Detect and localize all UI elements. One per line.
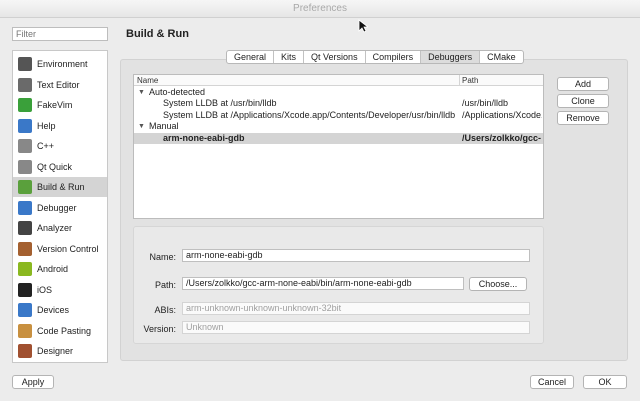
- sidebar-item-version-control[interactable]: Version Control: [13, 239, 107, 259]
- expand-arrow-icon[interactable]: ▼: [138, 87, 145, 98]
- build-run-icon: [18, 180, 32, 194]
- sidebar-item-label: Qt Quick: [37, 161, 73, 172]
- sidebar-item-android[interactable]: Android: [13, 259, 107, 279]
- filter-input[interactable]: [12, 27, 108, 41]
- tree-cell-name: Manual: [149, 121, 179, 132]
- tab-general[interactable]: General: [227, 51, 275, 63]
- tree-group-row[interactable]: ▼ Manual: [134, 121, 543, 132]
- tree-row[interactable]: System LLDB at /usr/bin/lldb/usr/bin/lld…: [134, 98, 543, 109]
- qt-quick-icon: [18, 159, 32, 174]
- window-title: Preferences: [293, 3, 347, 14]
- sidebar-item-label: Debugger: [37, 202, 77, 213]
- choose-button[interactable]: Choose...: [469, 277, 527, 291]
- sidebar-item-devices[interactable]: Devices: [13, 300, 107, 320]
- tree-group-row[interactable]: ▼ Auto-detected: [134, 87, 543, 98]
- cancel-button[interactable]: Cancel: [530, 375, 574, 389]
- add-button[interactable]: Add: [557, 77, 609, 91]
- ok-button[interactable]: OK: [583, 375, 627, 389]
- sidebar-item-label: Analyzer: [37, 223, 73, 233]
- sidebar-item-ios[interactable]: iOS: [13, 280, 107, 300]
- debugger-icon: [18, 200, 32, 215]
- version-field: Unknown: [182, 321, 530, 334]
- version-control-icon: [18, 241, 32, 256]
- name-label: Name:: [149, 252, 176, 262]
- sidebar-item-help[interactable]: Help: [13, 116, 107, 136]
- tree-cell-name: arm-none-eabi-gdb: [163, 132, 245, 143]
- sidebar: Environment Text Editor FakeVim Help C++ Qt Q…: [12, 50, 108, 363]
- sidebar-item-label: Text Editor: [37, 79, 80, 90]
- sidebar-item-label: iOS: [37, 284, 53, 295]
- sidebar-item-monitor[interactable]: Environment: [13, 54, 107, 74]
- sidebar-item-label: Code Pasting: [37, 325, 92, 336]
- tab-debuggers[interactable]: Debuggers: [421, 51, 481, 63]
- tree-header: Name Path: [134, 75, 543, 86]
- tree-row[interactable]: System LLDB at /Applications/Xcode.app/C…: [134, 110, 543, 121]
- tree-row[interactable]: arm-none-eabi-gdb/Users/zolkko/gcc-: [134, 132, 543, 144]
- tree-cell-path: /Applications/Xcode.: [462, 109, 542, 120]
- sidebar-item-qt-quick[interactable]: Qt Quick: [13, 157, 107, 177]
- sidebar-item-label: C++: [37, 141, 55, 151]
- abis-label: ABIs:: [154, 305, 176, 315]
- monitor-icon: [18, 57, 32, 71]
- cpp-icon: [18, 139, 32, 153]
- name-field[interactable]: arm-none-eabi-gdb: [182, 249, 530, 262]
- apply-button[interactable]: Apply: [12, 375, 54, 389]
- remove-button[interactable]: Remove: [557, 111, 609, 125]
- designer-icon: [18, 344, 32, 358]
- tab-bar: General Kits Qt Versions Compilers Debuggers…: [226, 50, 524, 64]
- tree-cell-name: Auto-detected: [149, 87, 206, 97]
- sidebar-item-label: Environment: [37, 59, 88, 69]
- sidebar-item-cpp[interactable]: C++: [13, 136, 107, 156]
- sidebar-item-label: Designer: [37, 346, 74, 356]
- path-field[interactable]: /Users/zolkko/gcc-arm-none-eabi/bin/arm-…: [182, 277, 464, 290]
- sidebar-item-label: Devices: [37, 305, 70, 315]
- sidebar-item-code-pasting[interactable]: Code Pasting: [13, 321, 107, 341]
- code-pasting-icon: [18, 323, 32, 338]
- tree-cell-name: System LLDB at /Applications/Xcode.app/C…: [163, 109, 456, 120]
- path-label: Path:: [154, 280, 176, 290]
- tree-cell-name: System LLDB at /usr/bin/lldb: [163, 98, 277, 109]
- tab-cmake[interactable]: CMake: [480, 51, 523, 63]
- sidebar-item-label: Help: [37, 120, 56, 131]
- sidebar-item-label: FakeVim: [37, 100, 73, 110]
- mouse-pointer-icon: [358, 19, 368, 33]
- help-icon: [18, 118, 32, 133]
- clone-button[interactable]: Clone: [557, 94, 609, 108]
- debuggers-tree[interactable]: Name Path ▼ Auto-detected System LLDB at /…: [133, 74, 544, 219]
- ios-icon: [18, 282, 32, 297]
- tree-cell-path: /Users/zolkko/gcc-: [462, 132, 542, 143]
- tab-compilers[interactable]: Compilers: [366, 51, 422, 63]
- sidebar-item-designer[interactable]: Designer: [13, 341, 107, 361]
- sidebar-item-analyzer[interactable]: Analyzer: [13, 218, 107, 238]
- column-header-name[interactable]: Name: [137, 76, 158, 85]
- sidebar-item-label: Version Control: [37, 243, 99, 254]
- analyzer-icon: [18, 221, 32, 235]
- sidebar-item-text-editor[interactable]: Text Editor: [13, 75, 107, 95]
- text-editor-icon: [18, 77, 32, 92]
- sidebar-item-fakevim[interactable]: FakeVim: [13, 95, 107, 115]
- tab-kits[interactable]: Kits: [274, 51, 305, 63]
- devices-icon: [18, 303, 32, 317]
- sidebar-item-label: Build & Run: [37, 182, 85, 192]
- column-header-path[interactable]: Path: [462, 76, 478, 85]
- expand-arrow-icon[interactable]: ▼: [138, 121, 145, 132]
- sidebar-item-build-run[interactable]: Build & Run: [13, 177, 107, 197]
- fakevim-icon: [18, 98, 32, 112]
- page-title: Build & Run: [126, 28, 189, 40]
- sidebar-item-label: Android: [37, 264, 69, 274]
- abis-field: arm-unknown-unknown-unknown-32bit: [182, 302, 530, 315]
- tree-cell-path: /usr/bin/lldb: [462, 98, 509, 109]
- version-label: Version:: [143, 324, 176, 334]
- sidebar-item-debugger[interactable]: Debugger: [13, 198, 107, 218]
- title-bar: Preferences: [0, 0, 640, 18]
- android-icon: [18, 262, 32, 276]
- tab-qt-versions[interactable]: Qt Versions: [304, 51, 366, 63]
- column-divider: [459, 75, 460, 86]
